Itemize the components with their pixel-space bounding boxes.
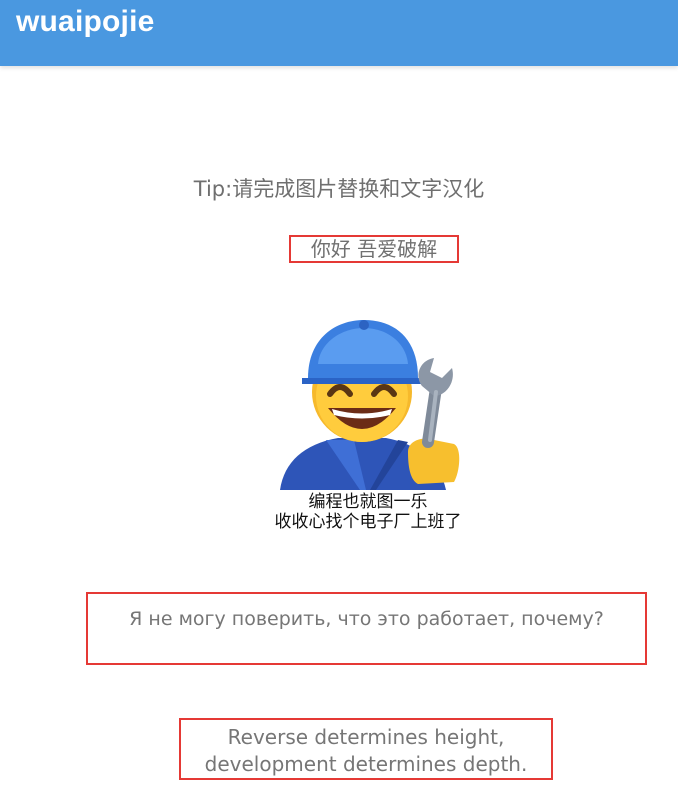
app-bar: wuaipojie — [0, 0, 678, 66]
english-text: Reverse determines height, development d… — [204, 725, 528, 776]
worker-emoji-with-wrench-icon — [280, 320, 460, 490]
hello-text-box: 你好 吾爱破解 — [289, 235, 459, 263]
hello-text: 你好 吾爱破解 — [310, 237, 438, 261]
app-title: wuaipojie — [16, 5, 155, 38]
app-screen: wuaipojie Tip:请完成图片替换和文字汉化 你好 吾爱破解 编程也就图… — [0, 0, 678, 787]
tip-text: Tip:请完成图片替换和文字汉化 — [193, 177, 485, 201]
russian-text: Я не могу поверить, что это работает, по… — [129, 608, 604, 630]
english-text-box: Reverse determines height, development d… — [179, 718, 553, 780]
russian-text-box: Я не могу поверить, что это работает, по… — [86, 592, 647, 665]
meme-caption: 编程也就图一乐 收收心找个电子厂上班了 — [274, 492, 462, 532]
meme-image: 编程也就图一乐 收收心找个电子厂上班了 — [258, 312, 478, 537]
